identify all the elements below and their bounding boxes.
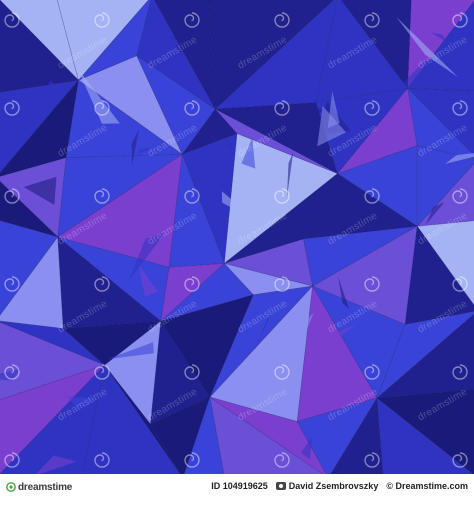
camera-icon <box>275 482 286 490</box>
polygon-background <box>0 0 474 474</box>
triangle-mosaic-artwork <box>0 0 474 474</box>
author-name[interactable]: David Zsembrovszky <box>289 481 379 491</box>
logo-text: dreamstime <box>18 481 73 493</box>
author-credit[interactable]: David Zsembrovszky <box>275 481 379 491</box>
image-footer-bar: dreamstime ID 104919625 David Zsembrovsz… <box>0 474 474 500</box>
image-metadata: ID 104919625 David Zsembrovszky © Dreams… <box>211 481 468 491</box>
stock-image-page: dreamstime dreamstime dreamstime dreamstime… <box>0 0 474 512</box>
dreamstime-logo: dreamstime <box>6 480 72 494</box>
dreamstime-swirl-icon <box>6 482 16 492</box>
image-id: ID 104919625 <box>211 481 268 491</box>
copyright-text: © Dreamstime.com <box>386 481 468 491</box>
